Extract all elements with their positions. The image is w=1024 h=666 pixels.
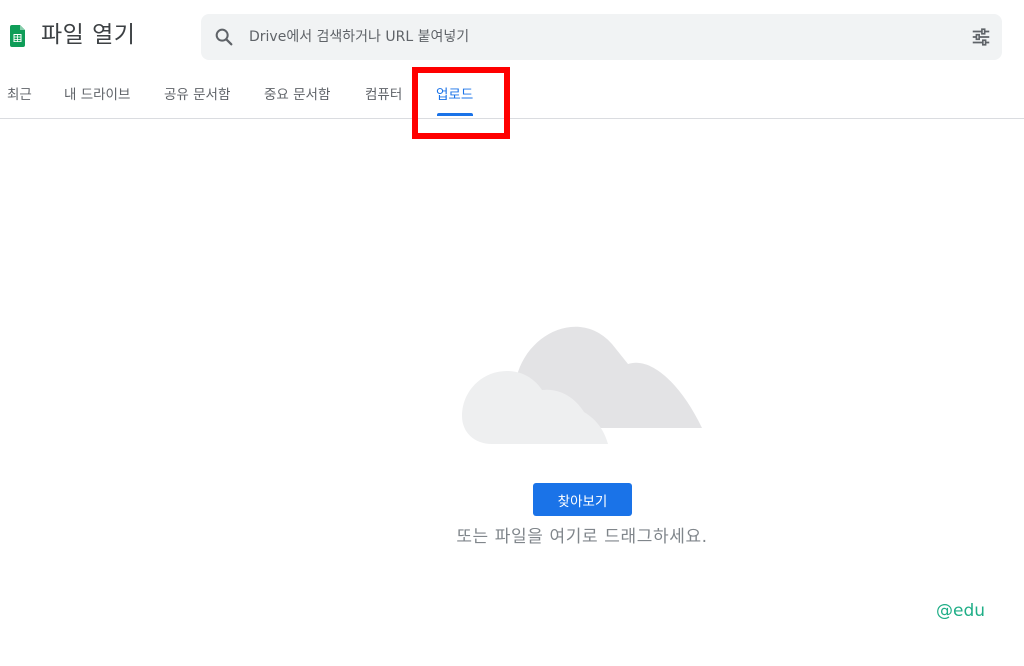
tab-computers[interactable]: 컴퓨터: [365, 76, 402, 118]
search-icon[interactable]: [213, 26, 235, 48]
browse-button[interactable]: 찾아보기: [533, 483, 632, 516]
active-tab-indicator: [437, 113, 473, 116]
tune-icon[interactable]: [970, 26, 992, 48]
tab-upload[interactable]: 업로드: [436, 76, 473, 118]
search-bar[interactable]: [201, 14, 1002, 60]
tab-my-drive[interactable]: 내 드라이브: [64, 76, 130, 118]
tab-bar: 최근 내 드라이브 공유 문서함 중요 문서함 컴퓨터 업로드: [0, 76, 1024, 118]
tab-divider: [0, 118, 1024, 119]
tab-starred[interactable]: 중요 문서함: [264, 76, 330, 118]
search-input[interactable]: [249, 14, 939, 60]
file-picker-dialog: 파일 열기 최근 내 드라이브 공유 문서함 중요 문서함 컴퓨터 업로드: [0, 0, 1024, 666]
tab-shared-with-me[interactable]: 공유 문서함: [164, 76, 230, 118]
watermark-text: @edu: [936, 601, 986, 621]
sheets-icon: [10, 25, 25, 47]
dialog-title: 파일 열기: [41, 22, 136, 48]
cloud-icon: [462, 316, 702, 446]
tab-recent[interactable]: 최근: [7, 76, 32, 118]
drag-hint-text: 또는 파일을 여기로 드래그하세요.: [456, 527, 708, 547]
